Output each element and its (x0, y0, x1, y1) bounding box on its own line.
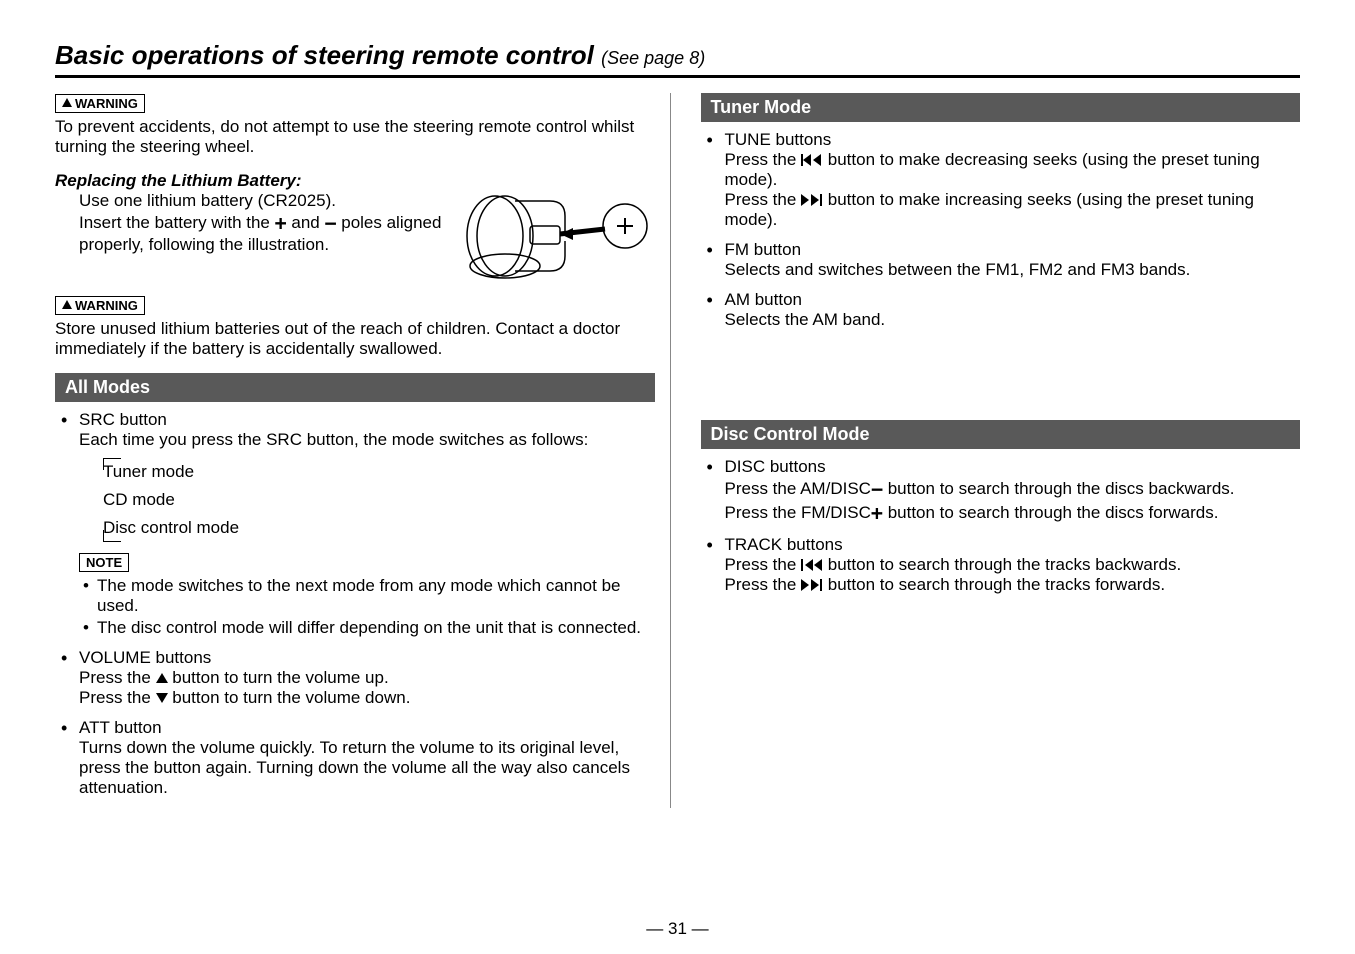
src-button-title: SRC button (79, 410, 655, 430)
fm-body: Selects and switches between the FM1, FM… (725, 260, 1301, 280)
battery-illustration (455, 171, 655, 281)
track-title: TRACK buttons (725, 535, 1301, 555)
mode-disc: Disc control mode (103, 514, 655, 542)
track-line-1: Press the button to search through the t… (725, 555, 1301, 575)
disc-mode-header: Disc Control Mode (701, 420, 1301, 449)
src-button-body: Each time you press the SRC button, the … (79, 430, 655, 450)
mode-cycle-diagram: Tuner mode CD mode Disc control mode (79, 458, 655, 542)
minus-icon: − (324, 211, 336, 235)
title-sub: (See page 8) (601, 48, 705, 68)
volume-title: VOLUME buttons (79, 648, 655, 668)
tune-line-1: Press the button to make decreasing seek… (725, 150, 1301, 190)
note-2: The disc control mode will differ depend… (79, 618, 655, 638)
disc-line-2: Press the FM/DISC+ button to search thro… (725, 501, 1301, 525)
warning-label-1: WARNING (55, 94, 145, 113)
replacing-line-1: Use one lithium battery (CR2025). (79, 191, 447, 211)
page-title: Basic operations of steering remote cont… (55, 40, 1300, 78)
right-column: Tuner Mode TUNE buttons Press the button… (701, 93, 1301, 808)
note-label: NOTE (79, 553, 129, 572)
title-main: Basic operations of steering remote cont… (55, 40, 594, 70)
disc-title: DISC buttons (725, 457, 1301, 477)
prev-track-icon (801, 558, 823, 572)
all-modes-header: All Modes (55, 373, 655, 402)
note-1: The mode switches to the next mode from … (79, 576, 655, 616)
att-title: ATT button (79, 718, 655, 738)
next-track-icon (801, 578, 823, 592)
left-column: WARNING To prevent accidents, do not att… (55, 93, 671, 808)
am-body: Selects the AM band. (725, 310, 1301, 330)
track-line-2: Press the button to search through the t… (725, 575, 1301, 595)
tune-title: TUNE buttons (725, 130, 1301, 150)
att-body: Turns down the volume quickly. To return… (79, 738, 655, 798)
volume-line-2: Press the button to turn the volume down… (79, 688, 655, 708)
tuner-mode-header: Tuner Mode (701, 93, 1301, 122)
warning-label-2: WARNING (55, 296, 145, 315)
fm-title: FM button (725, 240, 1301, 260)
replacing-heading: Replacing the Lithium Battery: (55, 171, 447, 191)
warning-2-text: Store unused lithium batteries out of th… (55, 319, 655, 359)
tune-line-2: Press the button to make increasing seek… (725, 190, 1301, 230)
prev-track-icon (801, 153, 823, 167)
mode-tuner: Tuner mode (103, 458, 655, 486)
next-track-icon (801, 193, 823, 207)
disc-line-1: Press the AM/DISC− button to search thro… (725, 477, 1301, 501)
plus-icon: + (275, 211, 287, 235)
warning-1-text: To prevent accidents, do not attempt to … (55, 117, 655, 157)
up-arrow-icon (156, 673, 168, 683)
minus-icon: − (871, 477, 883, 501)
am-title: AM button (725, 290, 1301, 310)
replacing-line-2: Insert the battery with the + and − pole… (79, 211, 447, 255)
volume-line-1: Press the button to turn the volume up. (79, 668, 655, 688)
page-number: — 31 — (646, 919, 708, 939)
down-arrow-icon (156, 693, 168, 703)
mode-cd: CD mode (103, 486, 655, 514)
plus-icon: + (871, 501, 883, 525)
